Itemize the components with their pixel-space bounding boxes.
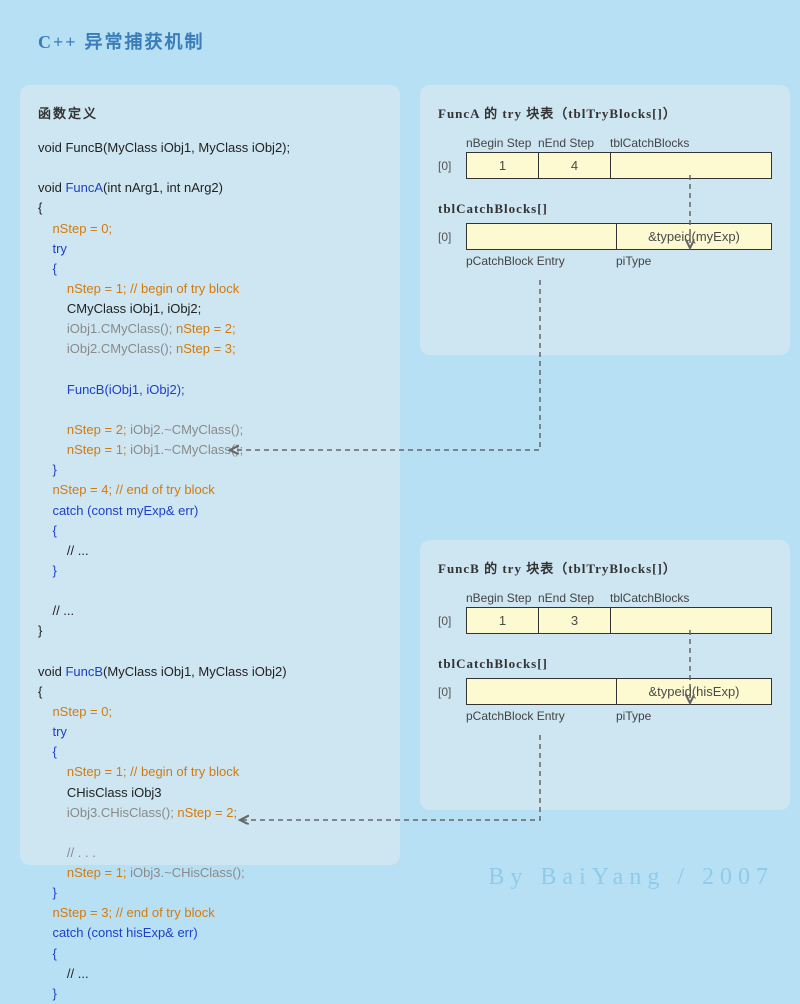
funca-catchblocks-row: [0] &typeid(myExp) [438, 223, 772, 250]
title-cpp: C++ [38, 32, 78, 52]
funca-pitype: &typeid(myExp) [617, 224, 771, 249]
funca-header: FuncA 的 try 块表（tblTryBlocks[]） [438, 103, 772, 122]
funcb-tryblocks-table: 1 3 [466, 607, 772, 634]
funcb-pitype: &typeid(hisExp) [617, 679, 771, 704]
funcb-tryblocks-row: [0] 1 3 [438, 607, 772, 634]
page-title: C++ 异常捕获机制 [38, 28, 205, 54]
funca-nend: 4 [539, 153, 611, 178]
funcb-try-panel: FuncB 的 try 块表（tblTryBlocks[]） nBegin St… [420, 540, 790, 810]
funca-tryblocks-table: 1 4 [466, 152, 772, 179]
funca-pcatchblockentry [467, 224, 617, 249]
funcb-header: FuncB 的 try 块表（tblTryBlocks[]） [438, 558, 772, 577]
funca-nbegin: 1 [467, 153, 539, 178]
funcb-catch-labels: pCatchBlock Entry piType [466, 709, 772, 723]
code-block: void FuncB(MyClass iObj1, MyClass iObj2)… [38, 138, 394, 1004]
funcb-try-labels: nBegin Step nEnd Step tblCatchBlocks [466, 591, 772, 605]
footer-credit: By BaiYang / 2007 [488, 864, 774, 891]
funca-catch-header: tblCatchBlocks[] [438, 201, 772, 217]
funcb-nend: 3 [539, 608, 611, 633]
funca-try-labels: nBegin Step nEnd Step tblCatchBlocks [466, 136, 772, 150]
funca-catchblocks-table: &typeid(myExp) [466, 223, 772, 250]
funcb-catchblocks-row: [0] &typeid(hisExp) [438, 678, 772, 705]
funca-catchptr [611, 153, 771, 178]
funca-tryblocks-row: [0] 1 4 [438, 152, 772, 179]
funcb-nbegin: 1 [467, 608, 539, 633]
funcb-catch-header: tblCatchBlocks[] [438, 656, 772, 672]
code-header: 函数定义 [38, 103, 394, 122]
title-rest: 异常捕获机制 [78, 32, 205, 52]
funcb-catchblocks-table: &typeid(hisExp) [466, 678, 772, 705]
code-panel: 函数定义 void FuncB(MyClass iObj1, MyClass i… [20, 85, 400, 865]
funca-try-panel: FuncA 的 try 块表（tblTryBlocks[]） nBegin St… [420, 85, 790, 355]
funcb-catchptr [611, 608, 771, 633]
funcb-pcatchblockentry [467, 679, 617, 704]
funca-catch-labels: pCatchBlock Entry piType [466, 254, 772, 268]
